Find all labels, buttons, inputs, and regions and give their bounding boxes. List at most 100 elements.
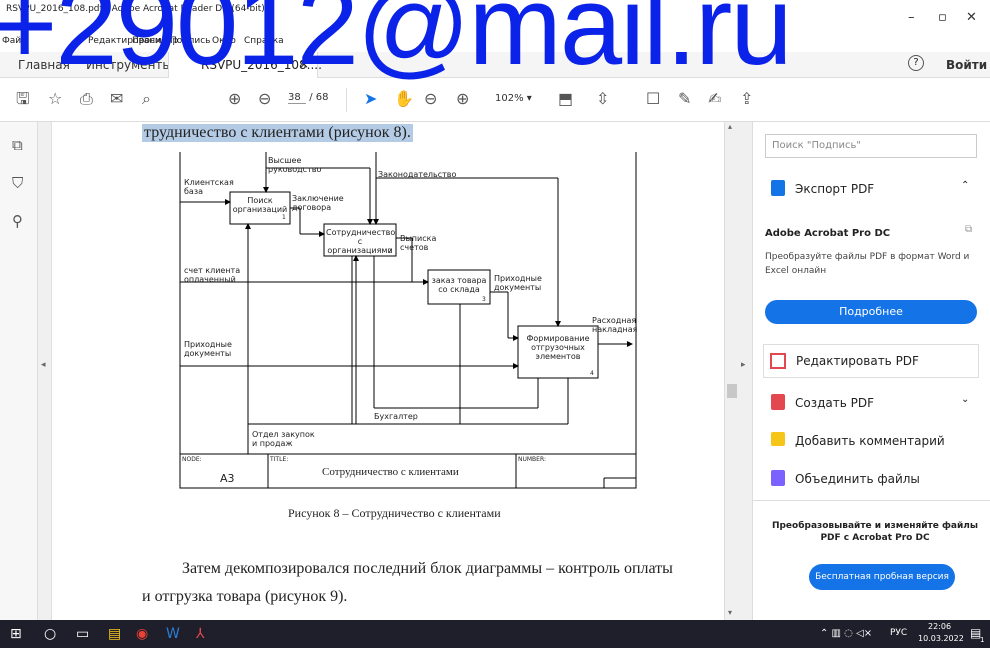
label-invoice: Выписка счетов: [400, 234, 437, 252]
panel-divider: [753, 500, 990, 501]
product-desc: Преобразуйте файлы PDF в формат Word и E…: [765, 252, 970, 276]
label-out-invoice: Расходная накладная: [592, 316, 638, 334]
chrome-icon[interactable]: ◉: [136, 626, 148, 642]
sign-icon[interactable]: ✍: [708, 90, 721, 108]
help-icon[interactable]: ?: [908, 55, 924, 71]
tab-close-icon[interactable]: ×: [299, 57, 309, 71]
clock-date: 10.03.2022: [918, 634, 964, 643]
tray-icons[interactable]: ⌃ ▥ ◌ ◁×: [820, 628, 872, 639]
create-pdf-icon: [771, 394, 785, 410]
maximize-button[interactable]: ▫: [938, 10, 947, 25]
combine-item[interactable]: Объединить файлы: [795, 472, 920, 486]
box2-num: 2: [388, 248, 392, 255]
title-bar: RSVPU_2016_108.pdf - Adobe Acrobat Reade…: [0, 0, 990, 46]
scroll-down-icon[interactable]: ▾: [728, 608, 732, 617]
close-window-button[interactable]: ✕: [966, 10, 977, 25]
label-income-docs-2: Приходные документы: [184, 340, 232, 358]
panel-search-input[interactable]: Поиск "Подпись": [765, 134, 977, 158]
product-name: Adobe Acrobat Pro DC: [765, 228, 891, 239]
tab-bar: Главная Инструменты RSVPU_2016_108.... ×…: [0, 52, 990, 78]
footer-title: Сотрудничество с клиентами: [322, 466, 459, 478]
box1-num: 1: [282, 214, 286, 221]
bookmarks-icon[interactable]: ⛉: [12, 174, 23, 192]
main-toolbar: 🖫 ☆ ⎙ ✉ ⌕ ⊕ ⊖ 38 / 68 ➤ ✋ ⊖ ⊕ 102% ▾ ⬒ ⇳…: [0, 78, 990, 122]
chevron-down-icon[interactable]: ⌄: [961, 394, 969, 405]
tab-document[interactable]: RSVPU_2016_108.... ×: [168, 52, 322, 78]
box3-label: заказ товара со склада: [431, 276, 487, 294]
comment-icon[interactable]: ☐: [646, 90, 660, 108]
highlight-pen-icon[interactable]: ✎: [678, 90, 691, 108]
save-icon[interactable]: 🖫: [16, 90, 30, 108]
comment-icon: [771, 432, 785, 446]
doc-line-top: трудничество с клиентами (рисунок 8).: [142, 124, 413, 142]
signin-button[interactable]: Войти: [946, 58, 987, 72]
doc-para-1: Затем декомпозировался последний блок ди…: [182, 560, 673, 577]
zoom-out-icon[interactable]: ⊖: [424, 90, 437, 108]
box2-label: Сотрудничество с организациями: [326, 228, 396, 255]
share-icon[interactable]: ⇪: [740, 90, 753, 108]
start-icon[interactable]: ⊞: [10, 626, 22, 642]
menu-window[interactable]: Окно: [212, 36, 236, 46]
search-taskbar-icon[interactable]: ○: [44, 626, 56, 642]
select-tool-icon[interactable]: ➤: [364, 90, 377, 108]
left-collapse-strip: ◂: [38, 122, 52, 620]
label-client-base: Клиентская база: [184, 178, 234, 196]
label-accountant: Бухгалтер: [374, 412, 418, 421]
zoom-select[interactable]: 102% ▾: [495, 93, 532, 104]
document-view: трудничество с клиентами (рисунок 8). Кл…: [52, 122, 724, 620]
clock-time: 22:06: [928, 622, 952, 631]
scroll-mode-icon[interactable]: ⇳: [596, 90, 609, 108]
copy-icon[interactable]: ⧉: [965, 224, 972, 235]
footer-node-label: NODE:: [182, 456, 202, 463]
page-indicator: 38 / 68: [288, 92, 328, 104]
next-page-icon[interactable]: ⊖: [258, 90, 271, 108]
page-input[interactable]: 38: [288, 92, 306, 104]
create-pdf-item[interactable]: Создать PDF: [795, 396, 874, 410]
chevron-up-icon[interactable]: ⌃: [961, 180, 969, 191]
edit-pdf-item[interactable]: Редактировать PDF: [763, 344, 979, 378]
footer-node: A3: [220, 472, 235, 485]
fit-page-icon[interactable]: ⬒: [558, 90, 573, 108]
zoom-in-icon[interactable]: ⊕: [456, 90, 469, 108]
label-purchase-dept: Отдел закупок и продаж: [252, 430, 315, 448]
taskview-icon[interactable]: ▭: [76, 626, 89, 642]
zoom-value: 102%: [495, 93, 524, 104]
box3-num: 3: [482, 296, 486, 303]
bookmark-star-icon[interactable]: ☆: [48, 90, 62, 108]
print-icon[interactable]: ⎙: [80, 90, 93, 108]
page-total: / 68: [309, 92, 329, 103]
menu-sign[interactable]: Подпись: [170, 36, 210, 46]
prev-page-icon[interactable]: ⊕: [228, 90, 241, 108]
doc-scrollbar[interactable]: ▴ ▾: [724, 122, 738, 620]
box1-label: Поиск организаций: [232, 196, 288, 214]
scroll-thumb[interactable]: [727, 384, 737, 398]
attachments-icon[interactable]: ⚲: [12, 212, 23, 230]
hand-tool-icon[interactable]: ✋: [394, 90, 414, 108]
more-button[interactable]: Подробнее: [765, 300, 977, 324]
menu-help[interactable]: Справка: [244, 36, 284, 46]
tab-home[interactable]: Главная: [18, 58, 70, 72]
lang-indicator[interactable]: РУС: [890, 628, 907, 638]
email-icon[interactable]: ✉: [110, 90, 123, 108]
export-pdf-title[interactable]: Экспорт PDF: [795, 182, 874, 196]
footer-number-label: NUMBER:: [518, 456, 546, 463]
figure-caption: Рисунок 8 – Сотрудничество с клиентами: [288, 506, 501, 520]
footer-title-label: TITLE:: [270, 456, 289, 463]
edit-pdf-icon: [770, 353, 786, 369]
label-contract: Заключение договора: [292, 194, 344, 212]
pages-icon[interactable]: ⧉: [12, 136, 23, 154]
explorer-icon[interactable]: ▤: [108, 626, 121, 642]
collapse-left-icon[interactable]: ◂: [41, 360, 46, 370]
acrobat-icon[interactable]: ⅄: [196, 626, 205, 642]
tab-tools[interactable]: Инструменты: [86, 58, 172, 72]
collapse-right-icon[interactable]: ▸: [741, 360, 746, 370]
add-comment-item[interactable]: Добавить комментарий: [795, 434, 945, 448]
scroll-up-icon[interactable]: ▴: [728, 122, 732, 131]
search-icon[interactable]: ⌕: [142, 90, 151, 108]
word-icon[interactable]: W: [166, 626, 180, 642]
trial-button[interactable]: Бесплатная пробная версия: [809, 564, 955, 590]
menu-file[interactable]: Файл: [2, 36, 27, 46]
left-nav-pane: ⧉ ⛉ ⚲: [0, 122, 38, 620]
right-collapse-strip: ▸: [738, 122, 752, 620]
minimize-button[interactable]: –: [908, 10, 915, 25]
